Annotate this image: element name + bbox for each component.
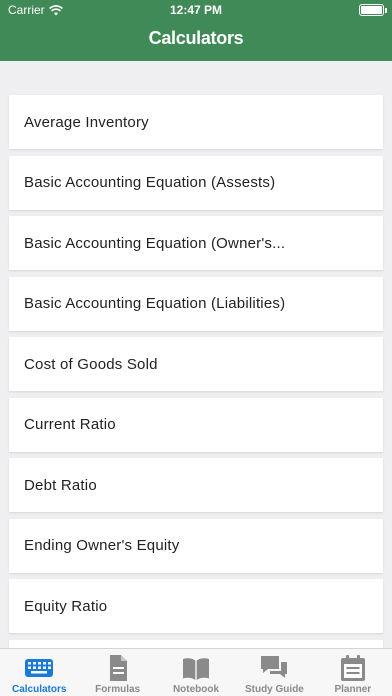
book-icon xyxy=(183,658,210,680)
list-item-label: Current Ratio xyxy=(24,416,116,433)
list-item[interactable]: Basic Accounting Equation (Owner's... xyxy=(9,216,383,270)
list-item-label: Average Inventory xyxy=(24,113,149,131)
list-item-label: Basic Accounting Equation (Liabilities) xyxy=(24,295,286,312)
tab-formulas[interactable]: Formulas xyxy=(78,649,156,696)
status-time: 12:47 PM xyxy=(169,3,223,17)
list-item[interactable]: Debt Ratio xyxy=(9,458,383,512)
document-icon xyxy=(109,655,127,681)
list-item-label: Basic Accounting Equation (Assests) xyxy=(24,174,276,191)
chat-bubbles-icon xyxy=(261,656,288,678)
list-item[interactable]: Basic Accounting Equation (Assests) xyxy=(9,155,383,210)
tab-label: Calculators xyxy=(11,684,67,695)
list-item[interactable]: Cost of Goods Sold xyxy=(9,337,383,391)
list-item-label: Equity Ratio xyxy=(24,597,108,615)
list-item[interactable]: Average Inventory xyxy=(9,95,383,149)
tab-calculators[interactable]: Calculators xyxy=(0,649,78,696)
status-bar: Carrier 12:47 PM xyxy=(0,0,392,20)
list-item[interactable]: Current Ratio xyxy=(9,397,383,452)
tab-planner[interactable]: Planner xyxy=(314,649,392,696)
list-item-label: Ending Owner's Equity xyxy=(24,537,180,554)
list-item-label: Cost of Goods Sold xyxy=(24,355,158,373)
tab-study-guide[interactable]: Study Guide xyxy=(235,649,313,696)
list-item[interactable]: Basic Accounting Equation (Liabilities) xyxy=(9,276,383,331)
tab-label: Formulas xyxy=(95,684,141,695)
tab-notebook[interactable]: Notebook xyxy=(157,649,235,696)
battery-icon xyxy=(359,4,387,16)
tab-label: Notebook xyxy=(172,684,220,695)
list-item-label: Debt Ratio xyxy=(24,476,97,494)
calculator-list: Average Inventory Basic Accounting Equat… xyxy=(9,95,383,658)
tab-label: Planner xyxy=(334,684,372,695)
list-item-label: Basic Accounting Equation (Owner's... xyxy=(24,234,286,252)
tab-bar: Calculators Formulas Notebook Study Guid… xyxy=(0,648,392,696)
tab-label: Study Guide xyxy=(244,684,304,695)
nav-header: Carrier 12:47 PM Calculators xyxy=(0,0,392,61)
list-item[interactable]: Ending Owner's Equity xyxy=(9,518,383,573)
list-item[interactable]: Equity Ratio xyxy=(9,579,383,633)
keyboard-icon xyxy=(25,659,54,677)
calendar-icon xyxy=(340,655,365,681)
page-title: Calculators xyxy=(148,28,244,48)
